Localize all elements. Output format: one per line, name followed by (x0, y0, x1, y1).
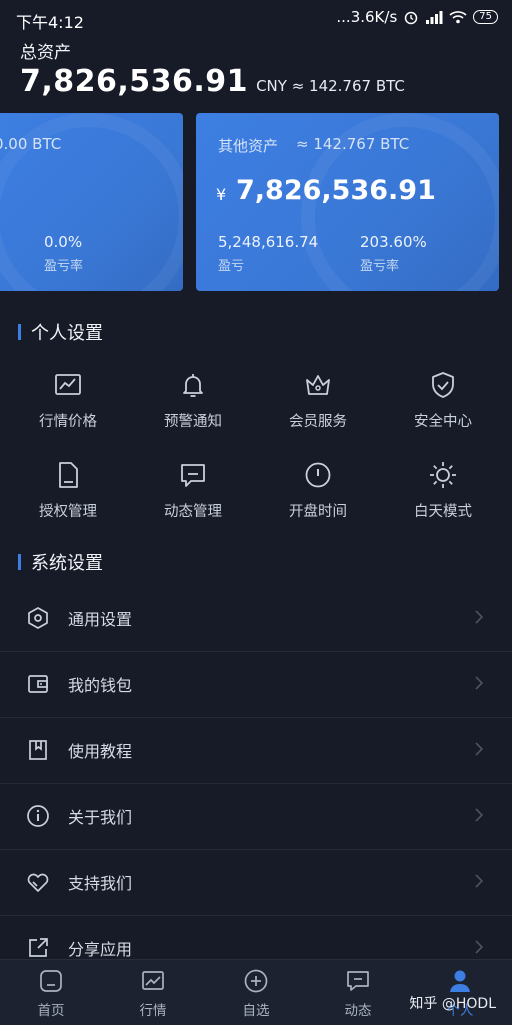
card-right-btc: ≈ 142.767 BTC (296, 135, 410, 153)
tab-label: 首页 (37, 1003, 65, 1019)
row-label: 通用设置 (68, 610, 133, 629)
tab-label: 动态 (344, 1003, 372, 1019)
message-icon (347, 971, 369, 991)
asset-card-other[interactable]: 其他资产 ≈ 142.767 BTC ¥ 7,826,536.91 5,248,… (196, 113, 499, 291)
section-title-text: 个人设置 (31, 323, 103, 344)
row-label: 使用教程 (68, 742, 133, 761)
bell-icon (183, 374, 203, 397)
sun-icon (430, 462, 456, 488)
card-right-pl-value: 5,248,616.74 (218, 233, 319, 251)
card-left-rate-label: 盈亏率 (44, 259, 84, 274)
grid-item-label: 授权管理 (39, 504, 97, 520)
card-right-rate-label: 盈亏率 (360, 259, 400, 274)
signal-icon (426, 11, 443, 24)
person-icon (450, 970, 470, 992)
home-icon (40, 970, 62, 992)
battery-indicator: 75 (473, 10, 498, 24)
section-accent-bar (18, 324, 21, 340)
currency-symbol: ¥ (216, 185, 227, 204)
row-label: 支持我们 (68, 874, 133, 893)
grid-item-security[interactable]: 安全中心 (393, 370, 493, 431)
grid-item-label: 会员服务 (289, 414, 347, 430)
message-icon (181, 464, 205, 487)
grid-item-label: 预警通知 (164, 414, 222, 430)
total-assets-amount: 7,826,536.91 (20, 64, 249, 99)
status-bar: 下午4:12 ...3.6K/s 75 (0, 0, 512, 34)
row-label: 分享应用 (68, 940, 133, 959)
status-time: 下午4:12 (16, 13, 84, 32)
grid-item-membership[interactable]: 会员服务 (268, 370, 368, 431)
bottom-tab-bar: 首页 行情 自选 动态 个人 (0, 959, 512, 1025)
settings-row-wallet[interactable]: 我的钱包 (0, 651, 512, 718)
chevron-right-icon (475, 808, 484, 822)
chevron-right-icon (475, 742, 484, 756)
grid-item-label: 行情价格 (39, 414, 97, 430)
wifi-icon (449, 11, 467, 24)
total-assets-label: 总资产 (20, 43, 71, 63)
hexagon-gear-icon (28, 607, 48, 629)
clock-icon (305, 462, 331, 488)
alarm-icon (405, 11, 418, 25)
card-left-rate-value: 0.0% (44, 233, 83, 251)
tab-label: 自选 (242, 1003, 270, 1019)
watermark: 知乎 @HODL (409, 996, 496, 1012)
total-assets-conversion: CNY ≈ 142.767 BTC (256, 77, 405, 95)
plus-circle-icon (244, 969, 268, 993)
section-title-text: 系统设置 (31, 553, 103, 574)
settings-row-support[interactable]: 支持我们 (0, 849, 512, 916)
status-icons: ...3.6K/s 75 (336, 8, 498, 26)
card-right-rate-value: 203.60% (360, 233, 427, 251)
section-accent-bar (18, 554, 21, 570)
shield-icon (432, 372, 454, 398)
grid-item-label: 开盘时间 (289, 504, 347, 520)
grid-item-market-hours[interactable]: 开盘时间 (268, 460, 368, 521)
card-left-btc: 0.00 BTC (0, 135, 62, 153)
grid-item-feed-management[interactable]: 动态管理 (143, 460, 243, 521)
asset-card-left[interactable]: 0.00 BTC 0.0% 盈亏率 (0, 113, 183, 291)
network-speed: ...3.6K/s (336, 8, 398, 26)
settings-row-general[interactable]: 通用设置 (0, 585, 512, 652)
section-personal-settings: 个人设置 (18, 319, 103, 345)
tab-feed[interactable]: 动态 (318, 968, 398, 1019)
grid-item-label: 安全中心 (414, 414, 472, 430)
tab-label: 行情 (139, 1003, 167, 1019)
tab-market[interactable]: 行情 (113, 968, 193, 1019)
grid-item-label: 白天模式 (414, 504, 472, 520)
tab-watchlist[interactable]: 自选 (216, 968, 296, 1019)
bookmark-icon (29, 740, 47, 760)
row-label: 关于我们 (68, 808, 133, 827)
heart-icon (27, 873, 49, 892)
row-label: 我的钱包 (68, 676, 133, 695)
crown-icon (306, 375, 330, 395)
share-icon (29, 938, 48, 957)
card-right-amount: 7,826,536.91 (236, 175, 436, 206)
grid-item-day-mode[interactable]: 白天模式 (393, 460, 493, 521)
section-system-settings: 系统设置 (18, 549, 103, 575)
document-icon (59, 462, 78, 488)
grid-item-authorization[interactable]: 授权管理 (18, 460, 118, 521)
chevron-right-icon (475, 940, 484, 954)
grid-item-alerts[interactable]: 预警通知 (143, 370, 243, 431)
card-right-title: 其他资产 (218, 137, 279, 155)
chart-icon (142, 971, 164, 990)
settings-row-about[interactable]: 关于我们 (0, 783, 512, 850)
chart-icon (55, 374, 81, 395)
card-right-pl-label: 盈亏 (218, 259, 245, 274)
chevron-right-icon (475, 874, 484, 888)
grid-item-market-price[interactable]: 行情价格 (18, 370, 118, 431)
total-assets: 7,826,536.91 CNY ≈ 142.767 BTC (20, 64, 405, 99)
wallet-icon (28, 675, 48, 693)
settings-row-tutorial[interactable]: 使用教程 (0, 717, 512, 784)
grid-item-label: 动态管理 (164, 504, 222, 520)
info-icon (27, 805, 49, 827)
chevron-right-icon (475, 676, 484, 690)
tab-home[interactable]: 首页 (11, 968, 91, 1019)
chevron-right-icon (475, 610, 484, 624)
